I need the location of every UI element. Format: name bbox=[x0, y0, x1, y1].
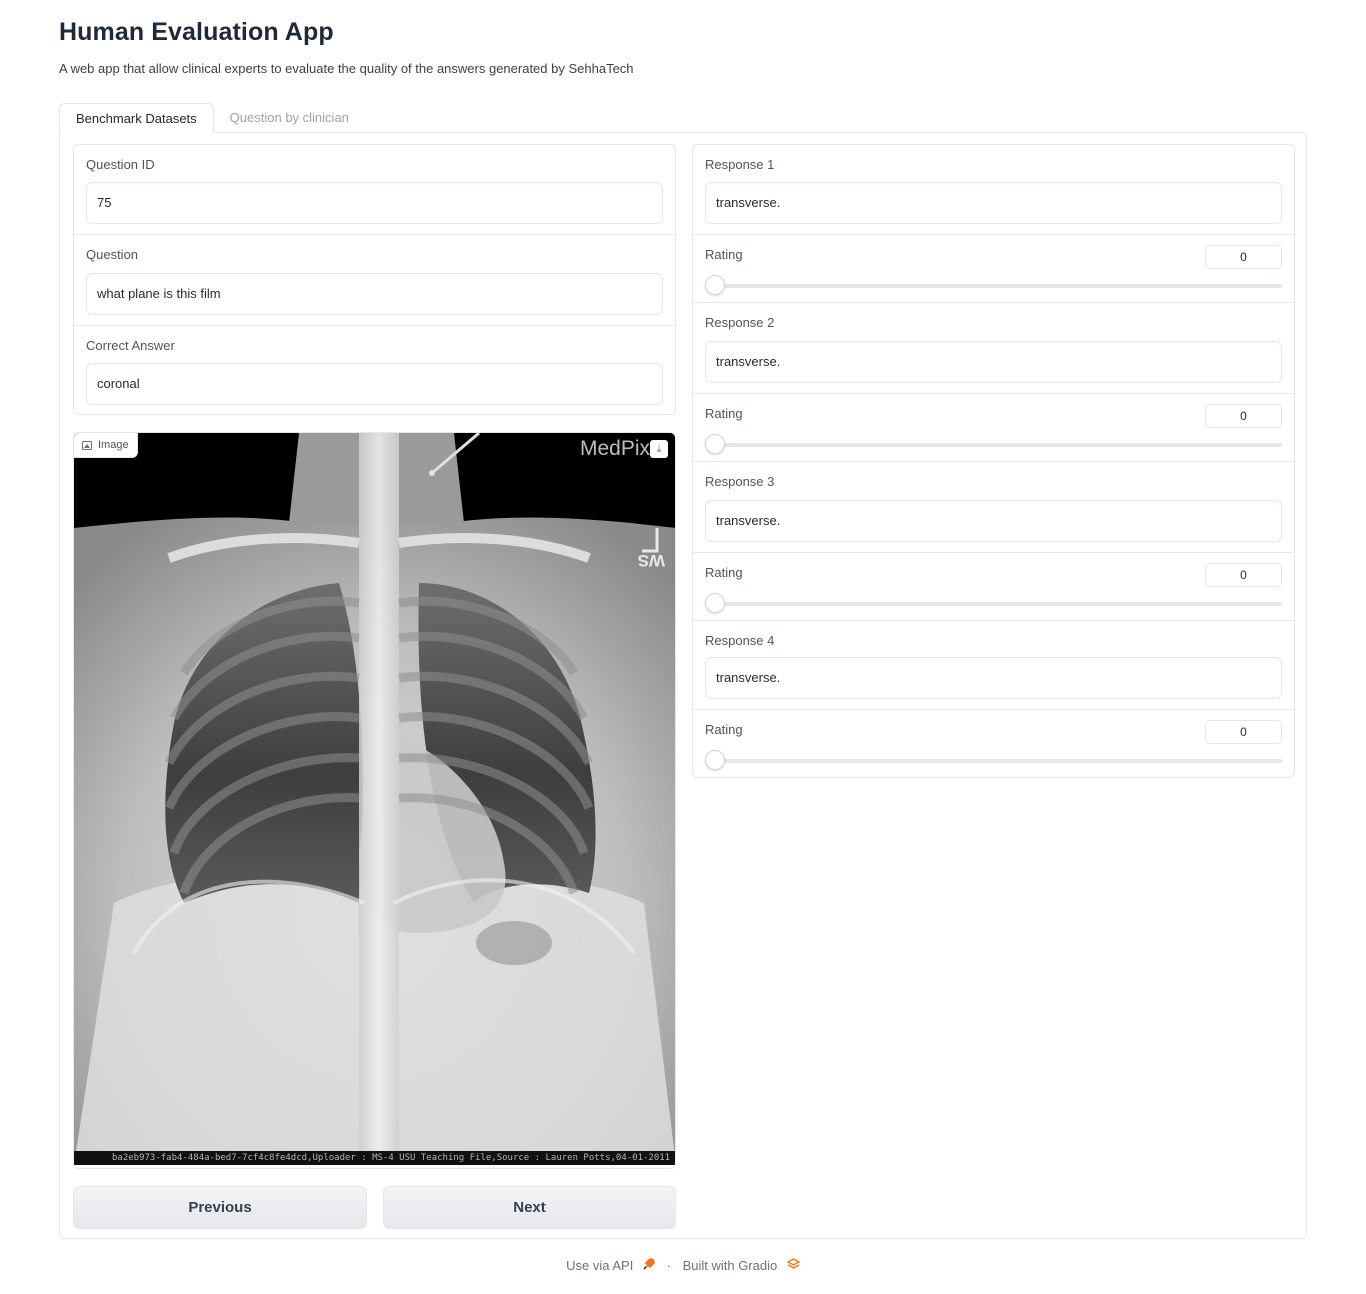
response-4-input[interactable]: transverse. bbox=[705, 657, 1282, 699]
rating-1-label: Rating bbox=[705, 247, 743, 262]
rating-3-slider-track[interactable] bbox=[705, 602, 1282, 606]
tab-panel: Question ID 75 Question what plane is th… bbox=[59, 132, 1307, 1239]
rating-2-number-input[interactable]: 0 bbox=[1205, 404, 1282, 428]
question-id-input[interactable]: 75 bbox=[86, 182, 663, 224]
question-label: Question bbox=[86, 247, 139, 262]
built-with-gradio-link[interactable]: Built with Gradio bbox=[683, 1258, 778, 1273]
image-caption: ba2eb973-fab4-484a-bed7-7cf4c8fe4dcd,Upl… bbox=[112, 1153, 671, 1163]
chest-xray-graphic: WS bbox=[74, 433, 675, 1165]
footer-separator: · bbox=[666, 1258, 671, 1274]
rating-4-slider-track[interactable] bbox=[705, 759, 1282, 763]
next-button[interactable]: Next bbox=[383, 1186, 676, 1229]
question-id-label: Question ID bbox=[86, 157, 155, 172]
previous-button[interactable]: Previous bbox=[73, 1186, 367, 1229]
question-fields-block: Question ID 75 Question what plane is th… bbox=[73, 144, 676, 415]
rating-1-slider-track[interactable] bbox=[705, 284, 1282, 288]
download-button[interactable]: ⤓ bbox=[650, 440, 668, 458]
rating-3-label: Rating bbox=[705, 565, 743, 580]
rating-1-field: Rating 0 bbox=[693, 235, 1294, 303]
rating-4-number-input[interactable]: 0 bbox=[1205, 720, 1282, 744]
image-icon bbox=[82, 440, 92, 450]
tab-benchmark-datasets[interactable]: Benchmark Datasets bbox=[59, 103, 214, 133]
correct-answer-label: Correct Answer bbox=[86, 338, 175, 353]
gradio-logo-icon bbox=[786, 1258, 801, 1273]
image-label: Image bbox=[74, 433, 138, 458]
rating-2-slider-track[interactable] bbox=[705, 443, 1282, 447]
tab-question-by-clinician[interactable]: Question by clinician bbox=[214, 103, 365, 133]
responses-block: Response 1 transverse. Rating 0 Response… bbox=[692, 144, 1295, 778]
response-3-label: Response 3 bbox=[705, 474, 775, 489]
response-3-input[interactable]: transverse. bbox=[705, 500, 1282, 542]
response-2-input[interactable]: transverse. bbox=[705, 341, 1282, 383]
xray-image: WS MedPix ba2eb973-fab4-484a-bed7-7cf4c8… bbox=[74, 433, 675, 1165]
rating-4-label: Rating bbox=[705, 722, 743, 737]
rating-3-slider-thumb[interactable] bbox=[705, 593, 725, 613]
rating-3-field: Rating 0 bbox=[693, 553, 1294, 621]
app-description: A web app that allow clinical experts to… bbox=[59, 61, 634, 76]
response-3-field: Response 3 transverse. bbox=[693, 462, 1294, 553]
rating-2-label: Rating bbox=[705, 406, 743, 421]
question-input[interactable]: what plane is this film bbox=[86, 273, 663, 315]
response-4-field: Response 4 transverse. bbox=[693, 621, 1294, 710]
image-label-text: Image bbox=[98, 439, 129, 451]
response-2-field: Response 2 transverse. bbox=[693, 303, 1294, 394]
app-title: Human Evaluation App bbox=[59, 18, 334, 46]
rating-3-number-input[interactable]: 0 bbox=[1205, 563, 1282, 587]
medpix-watermark: MedPix bbox=[579, 437, 650, 460]
rating-1-number-input[interactable]: 0 bbox=[1205, 245, 1282, 269]
rating-2-slider-thumb[interactable] bbox=[705, 434, 725, 454]
use-via-api-link[interactable]: Use via API bbox=[566, 1258, 633, 1273]
image-block: WS MedPix ba2eb973-fab4-484a-bed7-7cf4c8… bbox=[73, 432, 676, 1169]
tab-bar: Benchmark Datasets Question by clinician bbox=[59, 103, 365, 133]
question-field: Question what plane is this film bbox=[74, 235, 675, 326]
response-1-label: Response 1 bbox=[705, 157, 775, 172]
rating-4-field: Rating 0 bbox=[693, 710, 1294, 778]
footer: Use via API · Built with Gradio bbox=[0, 1257, 1366, 1273]
rating-4-slider-thumb[interactable] bbox=[705, 750, 725, 770]
image-marker-text: WS bbox=[638, 551, 665, 570]
question-id-field: Question ID 75 bbox=[74, 145, 675, 235]
correct-answer-input[interactable]: coronal bbox=[86, 363, 663, 405]
download-icon: ⤓ bbox=[656, 442, 662, 455]
rating-2-field: Rating 0 bbox=[693, 394, 1294, 462]
rocket-icon bbox=[643, 1258, 655, 1273]
response-4-label: Response 4 bbox=[705, 633, 775, 648]
rating-1-slider-thumb[interactable] bbox=[705, 275, 725, 295]
response-1-input[interactable]: transverse. bbox=[705, 182, 1282, 224]
response-1-field: Response 1 transverse. bbox=[693, 145, 1294, 235]
response-2-label: Response 2 bbox=[705, 315, 775, 330]
correct-answer-field: Correct Answer coronal bbox=[74, 326, 675, 415]
